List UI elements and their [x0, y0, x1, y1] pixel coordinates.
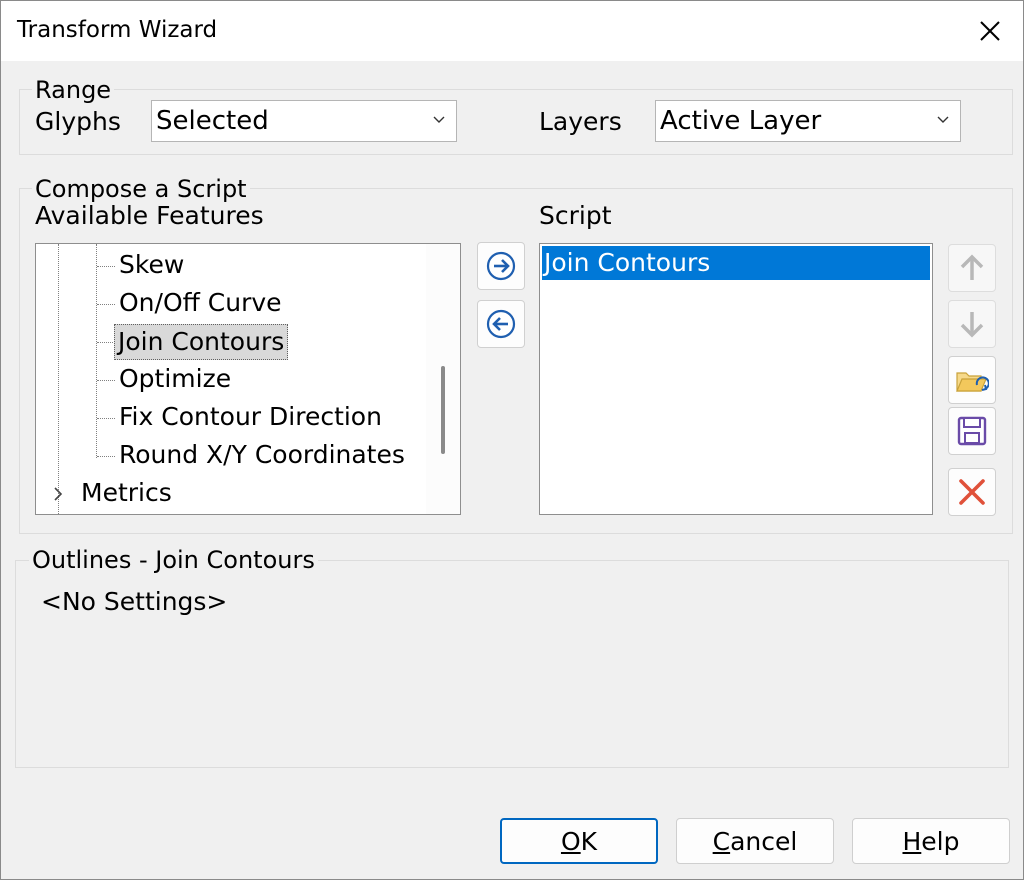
tree-item-label: Round X/Y Coordinates — [119, 440, 405, 469]
tree-item-metrics[interactable]: Metrics — [36, 474, 426, 512]
range-group-label: Range — [32, 76, 115, 104]
tree-item-optimize[interactable]: Optimize — [36, 360, 426, 398]
help-button[interactable]: Help — [852, 818, 1010, 864]
scrollbar-thumb[interactable] — [441, 366, 445, 454]
remove-from-script-button[interactable] — [477, 300, 525, 348]
arrow-up-icon — [960, 254, 984, 280]
tree-item-label-selected: Join Contours — [114, 324, 289, 360]
save-script-button[interactable] — [948, 407, 996, 455]
arrow-down-icon — [960, 312, 984, 338]
tree-item-join-contours[interactable]: Join Contours — [36, 322, 426, 360]
available-features-tree[interactable]: Skew On/Off Curve Join Contours Optimize… — [35, 243, 461, 515]
move-down-button[interactable] — [948, 300, 996, 348]
arrow-left-circle-icon — [486, 309, 516, 339]
layers-label: Layers — [539, 107, 622, 136]
floppy-disk-icon — [957, 416, 987, 446]
glyphs-combobox[interactable]: Selected — [151, 100, 457, 142]
tree-item-label: Fix Contour Direction — [119, 402, 382, 431]
tree-item-label: Optimize — [119, 364, 232, 393]
tree-item-fix-contour-direction[interactable]: Fix Contour Direction — [36, 398, 426, 436]
tree-item-round-xy-coordinates[interactable]: Round X/Y Coordinates — [36, 436, 426, 474]
tree-item-on-off-curve[interactable]: On/Off Curve — [36, 284, 426, 322]
help-label-rest: elp — [921, 827, 960, 856]
chevron-down-icon — [433, 116, 445, 123]
available-features-label: Available Features — [35, 201, 264, 230]
script-list[interactable]: Join Contours — [539, 243, 933, 515]
transform-wizard-dialog: Transform Wizard Range Glyphs Selected L… — [0, 0, 1024, 880]
glyphs-combobox-value: Selected — [156, 106, 269, 136]
red-x-icon — [959, 479, 985, 505]
ok-label-rest: K — [580, 827, 598, 856]
move-up-button[interactable] — [948, 244, 996, 292]
close-icon — [980, 21, 1000, 41]
open-script-button[interactable] — [948, 356, 996, 404]
glyphs-label: Glyphs — [35, 107, 121, 136]
tree-item-label: Skew — [119, 250, 185, 279]
chevron-down-icon — [937, 116, 949, 123]
help-mnemonic: H — [902, 827, 922, 856]
layers-combobox-value: Active Layer — [660, 106, 822, 136]
layers-combobox[interactable]: Active Layer — [655, 100, 961, 142]
tree-item-skew[interactable]: Skew — [36, 246, 426, 284]
arrow-right-circle-icon — [486, 251, 516, 281]
add-to-script-button[interactable] — [477, 242, 525, 290]
settings-group-label: Outlines - Join Contours — [29, 546, 318, 574]
tree-item-label: Metrics — [81, 478, 172, 507]
folder-open-icon — [956, 372, 989, 392]
compose-script-group-label: Compose a Script — [32, 175, 250, 203]
chevron-right-icon[interactable] — [52, 486, 64, 502]
cancel-mnemonic: C — [712, 827, 731, 856]
cancel-button[interactable]: Cancel — [676, 818, 834, 864]
tree-scrollbar[interactable] — [426, 244, 460, 514]
delete-script-item-button[interactable] — [948, 468, 996, 516]
script-label: Script — [539, 201, 612, 230]
title-bar: Transform Wizard — [1, 1, 1023, 61]
ok-mnemonic: O — [560, 827, 581, 856]
window-title: Transform Wizard — [17, 17, 218, 43]
script-list-item[interactable]: Join Contours — [542, 246, 930, 280]
ok-button[interactable]: OK — [500, 818, 658, 864]
tree-item-label: On/Off Curve — [119, 288, 282, 317]
cancel-label-rest: ancel — [730, 827, 798, 856]
no-settings-text: <No Settings> — [41, 587, 228, 616]
close-button[interactable] — [957, 1, 1023, 61]
